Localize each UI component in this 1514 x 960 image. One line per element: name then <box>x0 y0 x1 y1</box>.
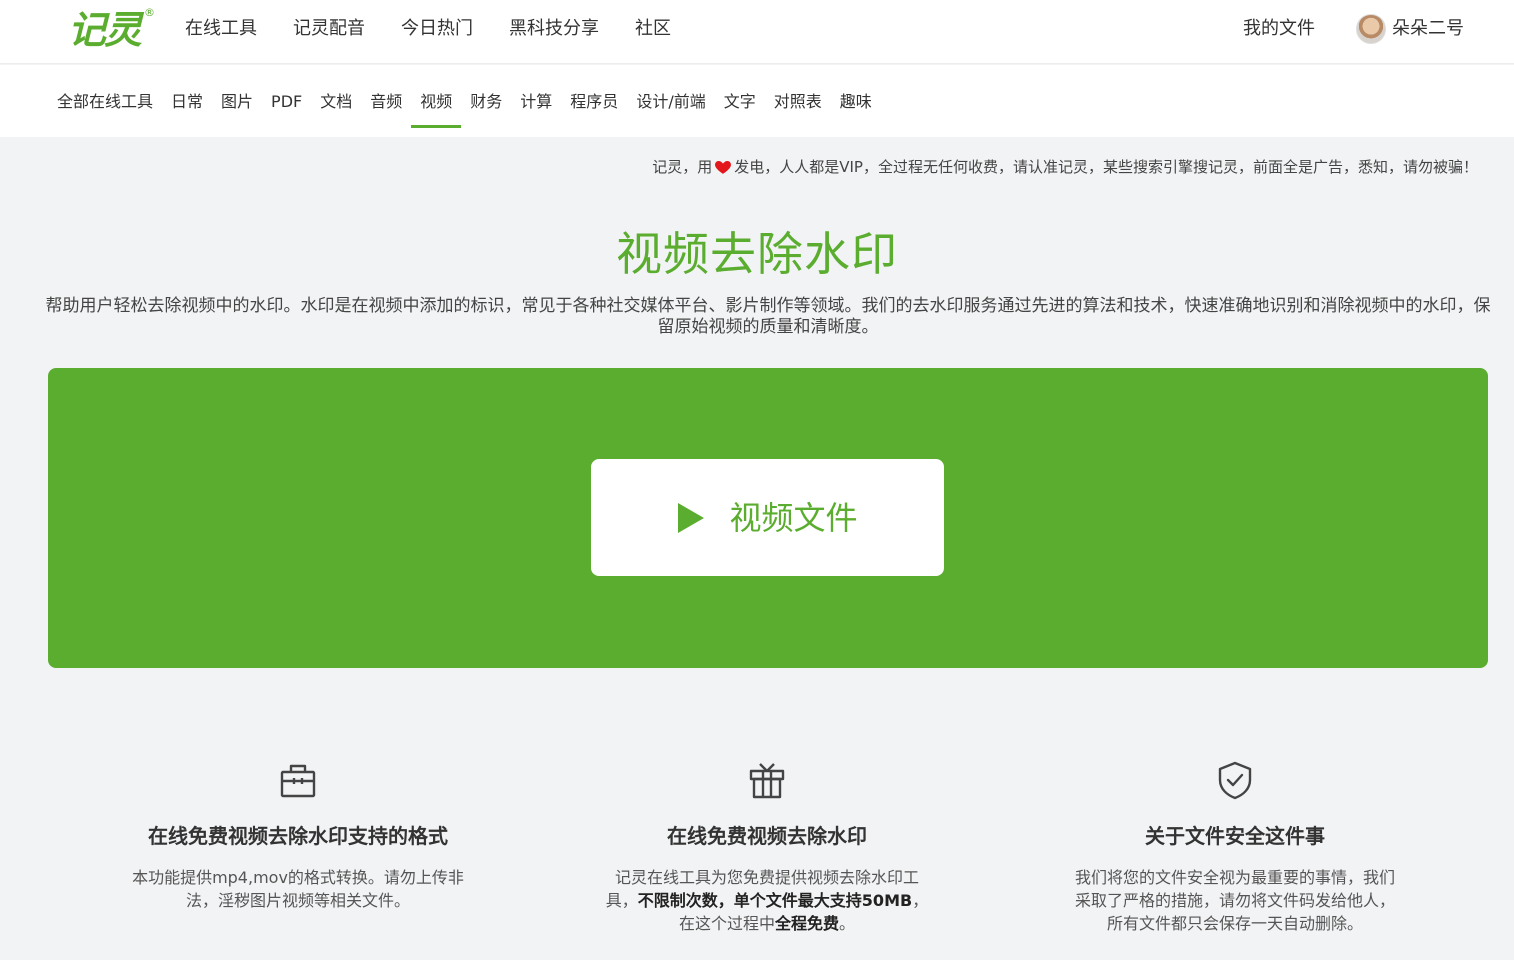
feature-text-line: 记灵在线工具为您免费提供视频去除水印工 <box>614 868 919 887</box>
play-icon <box>678 502 705 533</box>
nav-online-tools[interactable]: 在线工具 <box>185 16 257 42</box>
category-video[interactable]: 视频 <box>411 89 462 128</box>
gift-icon <box>749 763 785 799</box>
user-menu[interactable]: 朵朵二号 <box>1356 14 1464 44</box>
category-daily[interactable]: 日常 <box>162 89 212 128</box>
my-files-link[interactable]: 我的文件 <box>1243 16 1315 42</box>
nav-community[interactable]: 社区 <box>635 16 671 42</box>
feature-text-line: 本功能提供mp4,mov的格式转换。请勿上传非 <box>132 868 464 887</box>
upload-button-label: 视频文件 <box>729 498 858 537</box>
category-fun[interactable]: 趣味 <box>831 89 881 128</box>
feature-text-post: ， <box>912 891 929 910</box>
page-title: 视频去除水印 <box>616 227 898 281</box>
main-nav: 在线工具 记灵配音 今日热门 黑科技分享 社区 <box>185 16 671 42</box>
site-logo[interactable]: 记灵 ® <box>68 6 158 54</box>
category-image[interactable]: 图片 <box>212 89 262 128</box>
feature-formats: 在线免费视频去除水印支持的格式 本功能提供mp4,mov的格式转换。请勿上传非 … <box>118 760 478 912</box>
category-all[interactable]: 全部在线工具 <box>48 89 162 128</box>
feature-text-pre: 在这个过程中 <box>678 914 775 933</box>
feature-text-bold: 不限制次数，单个文件最大支持50MB <box>637 891 913 910</box>
feature-title: 在线免费视频去除水印支持的格式 <box>148 824 448 848</box>
nav-dubbing[interactable]: 记灵配音 <box>293 16 365 42</box>
feature-text-bold: 全程免费 <box>774 914 839 933</box>
feature-text-line: 我们将您的文件安全视为最重要的事情，我们 <box>1074 868 1395 887</box>
shield-check-icon <box>1218 761 1252 800</box>
notice-banner: 记灵，用 发电，人人都是VIP，全过程无任何收费，请认准记灵，某些搜索引擎搜记灵… <box>652 155 1478 179</box>
avatar[interactable] <box>1356 14 1386 44</box>
top-header: 记灵 ® 在线工具 记灵配音 今日热门 黑科技分享 社区 我的文件 朵朵二号 <box>0 0 1514 64</box>
category-reference[interactable]: 对照表 <box>765 89 831 128</box>
registered-mark: ® <box>144 6 155 19</box>
feature-text-post: 。 <box>839 914 856 933</box>
feature-security: 关于文件安全这件事 我们将您的文件安全视为最重要的事情，我们 采取了严格的措施，… <box>1055 760 1415 935</box>
feature-free: 在线免费视频去除水印 记灵在线工具为您免费提供视频去除水印工 具，不限制次数，单… <box>587 760 947 935</box>
feature-text-line: 采取了严格的措施，请勿将文件码发给他人， <box>1074 891 1395 910</box>
notice-text-before: 记灵，用 <box>652 158 713 176</box>
category-finance[interactable]: 财务 <box>461 89 511 128</box>
category-calculate[interactable]: 计算 <box>511 89 561 128</box>
feature-text-line: 所有文件都只会保存一天自动删除。 <box>1106 914 1363 933</box>
category-nav: 全部在线工具 日常 图片 PDF 文档 音频 视频 财务 计算 程序员 设计/前… <box>0 65 1514 137</box>
category-design[interactable]: 设计/前端 <box>627 89 714 128</box>
toolbox-icon <box>280 764 316 798</box>
category-pdf[interactable]: PDF <box>262 89 311 128</box>
feature-text: 我们将您的文件安全视为最重要的事情，我们 采取了严格的措施，请勿将文件码发给他人… <box>1055 866 1415 935</box>
username[interactable]: 朵朵二号 <box>1392 16 1464 42</box>
category-document[interactable]: 文档 <box>311 89 361 128</box>
feature-title: 关于文件安全这件事 <box>1145 824 1325 848</box>
feature-text: 记灵在线工具为您免费提供视频去除水印工 具，不限制次数，单个文件最大支持50MB… <box>587 866 947 935</box>
heart-icon <box>715 161 732 174</box>
nav-trending[interactable]: 今日热门 <box>401 16 473 42</box>
feature-title: 在线免费视频去除水印 <box>667 824 867 848</box>
logo-text: 记灵 <box>68 8 142 52</box>
page-description: 帮助用户轻松去除视频中的水印。水印是在视频中添加的标识，常见于各种社交媒体平台、… <box>45 296 1491 337</box>
notice-text-after: 发电，人人都是VIP，全过程无任何收费，请认准记灵，某些搜索引擎搜记灵，前面全是… <box>734 158 1478 176</box>
upload-dropzone[interactable]: 视频文件 <box>48 368 1488 668</box>
nav-tech-share[interactable]: 黑科技分享 <box>509 16 599 42</box>
category-text[interactable]: 文字 <box>715 89 765 128</box>
category-programmer[interactable]: 程序员 <box>561 89 627 128</box>
upload-video-button[interactable]: 视频文件 <box>591 459 944 576</box>
feature-text-pre: 具， <box>605 891 638 910</box>
feature-text: 本功能提供mp4,mov的格式转换。请勿上传非 法，淫秽图片视频等相关文件。 <box>118 866 478 912</box>
feature-text-line: 法，淫秽图片视频等相关文件。 <box>185 891 410 910</box>
category-audio[interactable]: 音频 <box>361 89 411 128</box>
